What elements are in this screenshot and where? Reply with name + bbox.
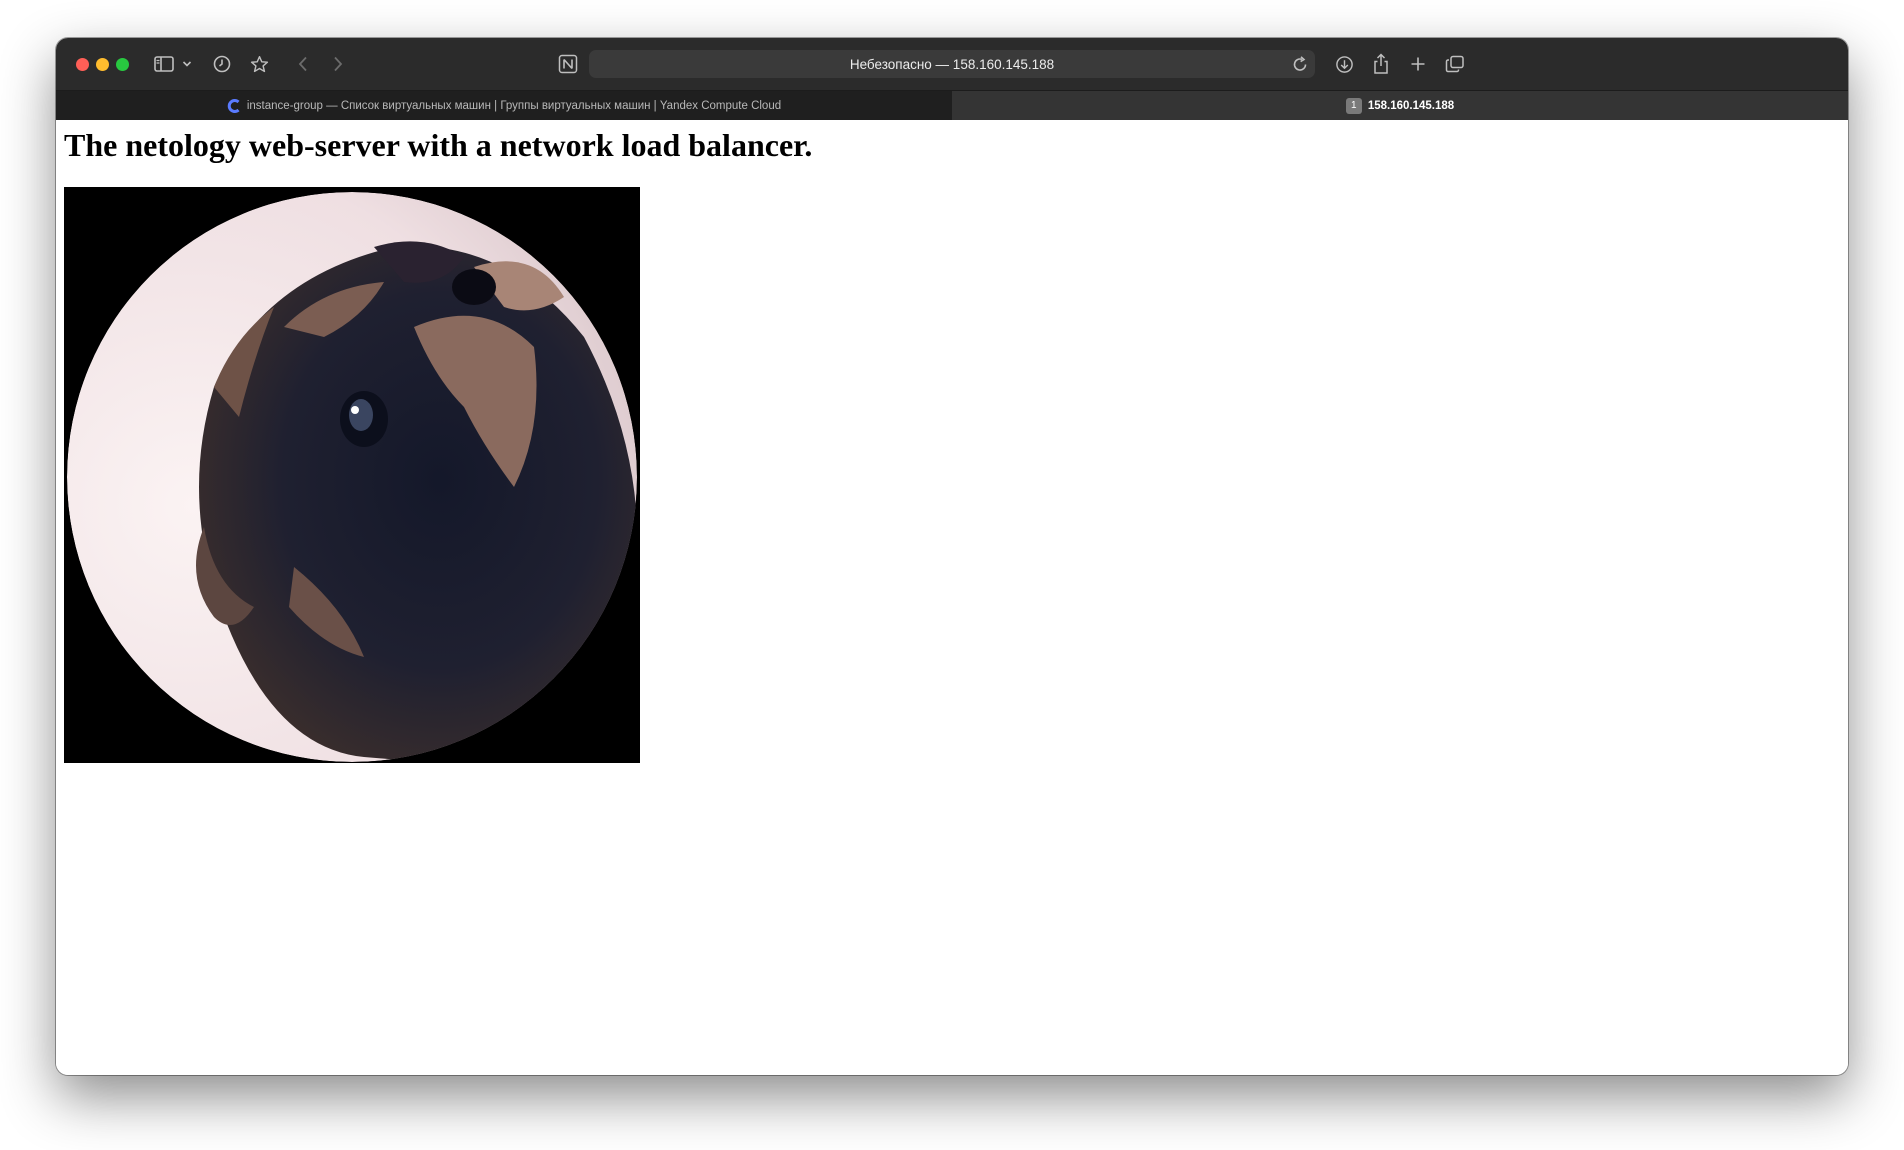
address-bar[interactable]: Небезопасно — 158.160.145.188 [589, 50, 1315, 78]
address-text: Небезопасно — 158.160.145.188 [849, 56, 1055, 72]
tab-current-server[interactable]: 1 158.160.145.188 [952, 90, 1848, 120]
tab-badge: 1 [1345, 97, 1362, 114]
chevron-right-icon[interactable] [329, 52, 347, 76]
share-icon[interactable] [1369, 52, 1393, 76]
tabs-icon[interactable] [1442, 52, 1468, 76]
maximize-window-button[interactable] [116, 58, 129, 71]
tab-bar: instance-group — Список виртуальных маши… [56, 90, 1848, 120]
chevron-down-icon[interactable] [180, 52, 194, 76]
reload-icon[interactable] [1291, 54, 1309, 79]
tab-instance-group[interactable]: instance-group — Список виртуальных маши… [56, 90, 952, 120]
star-icon[interactable] [247, 52, 271, 76]
close-window-button[interactable] [76, 58, 89, 71]
page-heading: The netology web-server with a network l… [64, 127, 813, 163]
chevron-left-icon[interactable] [294, 52, 312, 76]
raccoon-image [64, 187, 640, 763]
minimize-window-button[interactable] [96, 58, 109, 71]
plus-icon[interactable] [1406, 52, 1430, 76]
yandex-cloud-icon [227, 98, 241, 113]
browser-window: Небезопасно — 158.160.145.188 instance-g… [56, 38, 1848, 1075]
tab-title: instance-group — Список виртуальных маши… [246, 99, 782, 112]
tab-title: 158.160.145.188 [1367, 99, 1455, 112]
sidebar-icon[interactable] [152, 52, 176, 76]
browser-toolbar: Небезопасно — 158.160.145.188 [56, 38, 1848, 90]
clock-icon[interactable] [210, 52, 234, 76]
notion-icon[interactable] [556, 52, 580, 76]
page-content: The netology web-server with a network l… [56, 120, 1848, 1075]
download-icon[interactable] [1332, 52, 1356, 76]
